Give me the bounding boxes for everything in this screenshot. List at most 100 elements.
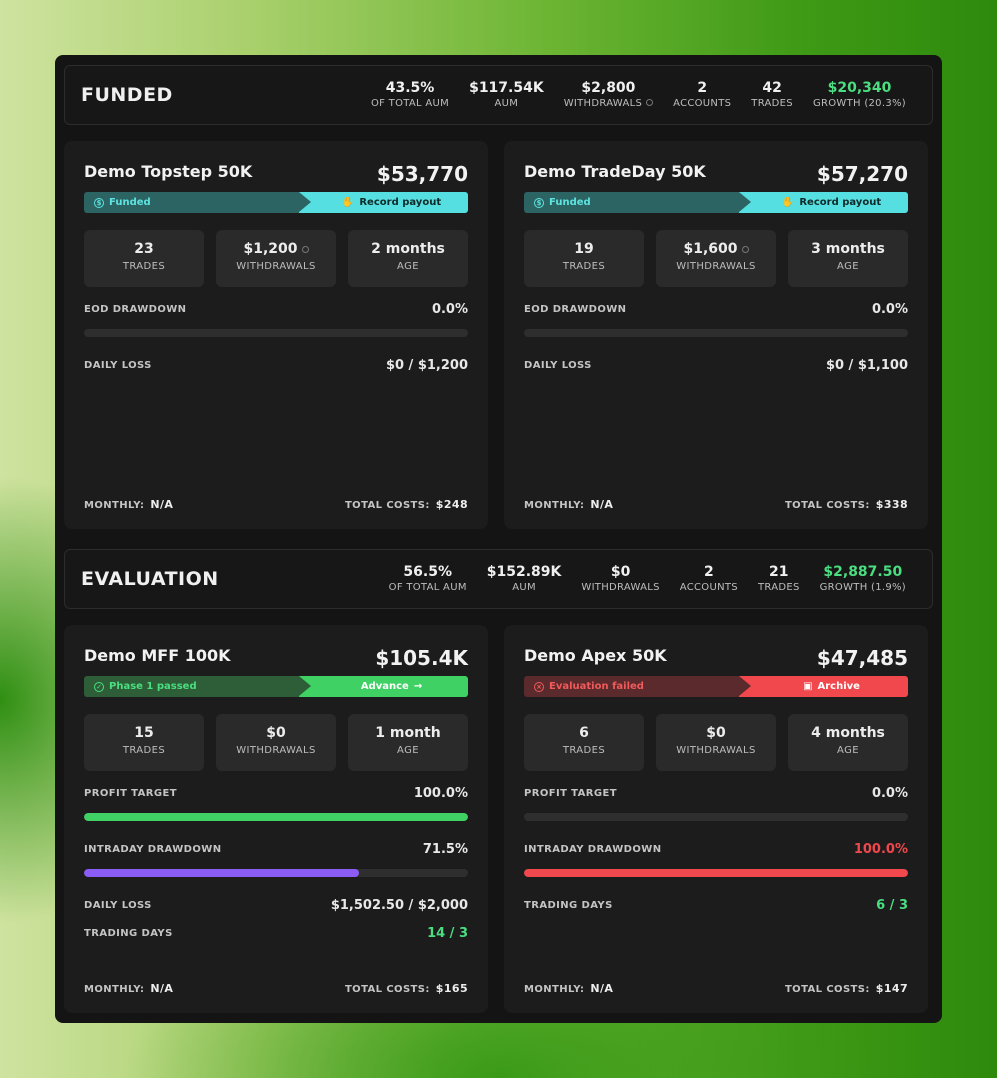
mini-label: WITHDRAWALS — [236, 745, 316, 756]
stat-value: $2,800 — [581, 79, 636, 96]
status-text: Funded — [549, 197, 591, 208]
card-footer: MONTHLY: N/A TOTAL COSTS: $338 — [524, 498, 908, 511]
stat-growth: $20,340 GROWTH (20.3%) — [803, 80, 916, 111]
account-name: Demo MFF 100K — [84, 646, 231, 665]
mini-label: WITHDRAWALS — [676, 261, 756, 272]
metric-row: TRADING DAYS 6 / 3 — [524, 897, 908, 913]
button-label: Record payout — [799, 197, 882, 208]
stat-value: 21 — [769, 563, 789, 580]
metric-value: 71.5% — [422, 841, 468, 857]
metric-label: INTRADAY DRAWDOWN — [84, 843, 222, 855]
status-badge: ✓ Phase 1 passed — [84, 676, 312, 697]
total-costs: TOTAL COSTS: $248 — [345, 498, 468, 511]
profit-target-metric: PROFIT TARGET 100.0% — [84, 785, 468, 821]
status-badge: $ Funded — [84, 192, 312, 213]
account-card[interactable]: Demo Topstep 50K $53,770 $ Funded ✋ Record… — [64, 141, 488, 529]
monthly: MONTHLY: N/A — [84, 498, 173, 511]
stat-label: AUM — [494, 97, 519, 109]
record-payout-button[interactable]: ✋ Record payout — [299, 192, 468, 213]
record-payout-button[interactable]: ✋ Record payout — [739, 192, 908, 213]
costs-label: TOTAL COSTS: — [344, 500, 430, 511]
stat-label: ACCOUNTS — [673, 97, 732, 109]
archive-box-icon: ▣ — [803, 681, 813, 692]
metric-row: DAILY LOSS $0 / $1,200 — [84, 357, 468, 373]
archive-button[interactable]: ▣ Archive — [739, 676, 908, 697]
mini-value: 6 — [579, 725, 589, 741]
card-header: Demo TradeDay 50K $57,270 — [524, 161, 908, 191]
mini-value-wrap: $1,600 — [656, 240, 776, 258]
metric-value: 14 / 3 — [427, 925, 468, 941]
mini-withdrawals: $0 WITHDRAWALS — [216, 714, 336, 771]
mini-label: WITHDRAWALS — [236, 261, 316, 272]
stat-withdrawals: $2,800 WITHDRAWALS — [554, 80, 663, 111]
mini-stats: 19 TRADES $1,600 WITHDRAWALS 3 months AG… — [524, 230, 908, 287]
section-title: FUNDED — [81, 84, 173, 106]
mini-value-wrap: $1,200 — [216, 240, 336, 258]
costs-label: TOTAL COSTS: — [784, 500, 870, 511]
info-icon[interactable] — [741, 246, 749, 253]
status-badge: $ Funded — [524, 192, 752, 213]
mini-age: 1 month AGE — [348, 714, 468, 771]
metric-value: 0.0% — [871, 785, 908, 801]
metric-value: 0.0% — [431, 301, 468, 317]
mini-age: 4 months AGE — [788, 714, 908, 771]
x-circle-icon: × — [534, 681, 544, 692]
status-text: Phase 1 passed — [109, 681, 197, 692]
metric-row: DAILY LOSS $1,502.50 / $2,000 — [84, 897, 468, 913]
stat-value: $117.54K — [469, 79, 544, 96]
info-icon[interactable] — [301, 246, 309, 253]
advance-button[interactable]: Advance → — [299, 676, 468, 697]
total-costs: TOTAL COSTS: $338 — [785, 498, 908, 511]
mini-label: TRADES — [122, 261, 166, 272]
metric-label: PROFIT TARGET — [84, 787, 177, 799]
stat-accounts: 2 ACCOUNTS — [670, 564, 748, 595]
button-label: Archive — [817, 681, 860, 692]
metric-label: PROFIT TARGET — [524, 787, 617, 799]
daily-loss-metric: DAILY LOSS $1,502.50 / $2,000 — [84, 897, 468, 913]
trading-days-metric: TRADING DAYS 14 / 3 — [84, 925, 468, 941]
account-card[interactable]: Demo TradeDay 50K $57,270 $ Funded ✋ Recor… — [504, 141, 928, 529]
monthly-value: N/A — [590, 982, 614, 995]
stat-label: GROWTH (20.3%) — [812, 97, 906, 109]
stat-trades: 21 TRADES — [748, 564, 810, 595]
total-costs: TOTAL COSTS: $147 — [785, 982, 908, 995]
stat-aum: $152.89K AUM — [477, 564, 572, 595]
account-card[interactable]: Demo MFF 100K $105.4K ✓ Phase 1 passed Ad… — [64, 625, 488, 1013]
info-icon[interactable] — [646, 98, 654, 106]
daily-loss-metric: DAILY LOSS $0 / $1,100 — [524, 357, 908, 373]
mini-value: $0 — [266, 725, 286, 741]
stat-value: 56.5% — [403, 563, 452, 580]
stat-label: AUM — [512, 581, 536, 593]
dollar-circle-icon: $ — [534, 197, 544, 208]
progress-fill — [84, 869, 359, 877]
mini-label: AGE — [397, 745, 419, 756]
stat-value: $152.89K — [486, 563, 562, 580]
mini-label: AGE — [837, 745, 859, 756]
metric-row: PROFIT TARGET 100.0% — [84, 785, 468, 801]
progress-track — [84, 329, 468, 337]
account-card[interactable]: Demo Apex 50K $47,485 × Evaluation failed… — [504, 625, 928, 1013]
button-label: Advance — [360, 681, 409, 692]
costs-value: $165 — [435, 982, 468, 995]
evaluation-section-header: EVALUATION 56.5% OF TOTAL AUM $152.89K A… — [64, 549, 933, 609]
stat-value: 2 — [703, 563, 714, 580]
mini-trades: 23 TRADES — [84, 230, 204, 287]
progress-fill — [84, 813, 468, 821]
mini-trades: 15 TRADES — [84, 714, 204, 771]
card-header: Demo MFF 100K $105.4K — [84, 645, 468, 675]
intraday-drawdown-metric: INTRADAY DRAWDOWN 71.5% — [84, 841, 468, 877]
mini-value: 15 — [134, 725, 154, 741]
monthly-value: N/A — [150, 498, 174, 511]
eod-drawdown-metric: EOD DRAWDOWN 0.0% — [524, 301, 908, 337]
stat-withdrawals: $0 WITHDRAWALS — [571, 564, 669, 595]
stat-label: WITHDRAWALS — [563, 97, 643, 109]
stat-label: OF TOTAL AUM — [388, 581, 467, 593]
dollar-circle-icon: $ — [94, 197, 104, 208]
metric-row: INTRADAY DRAWDOWN 71.5% — [84, 841, 468, 857]
mini-withdrawals: $1,200 WITHDRAWALS — [216, 230, 336, 287]
metric-value: 0.0% — [871, 301, 908, 317]
metric-value: $0 / $1,100 — [825, 357, 908, 373]
stat-accounts: 2 ACCOUNTS — [663, 80, 741, 111]
stat-label: TRADES — [757, 581, 800, 593]
account-balance: $47,485 — [816, 646, 908, 670]
